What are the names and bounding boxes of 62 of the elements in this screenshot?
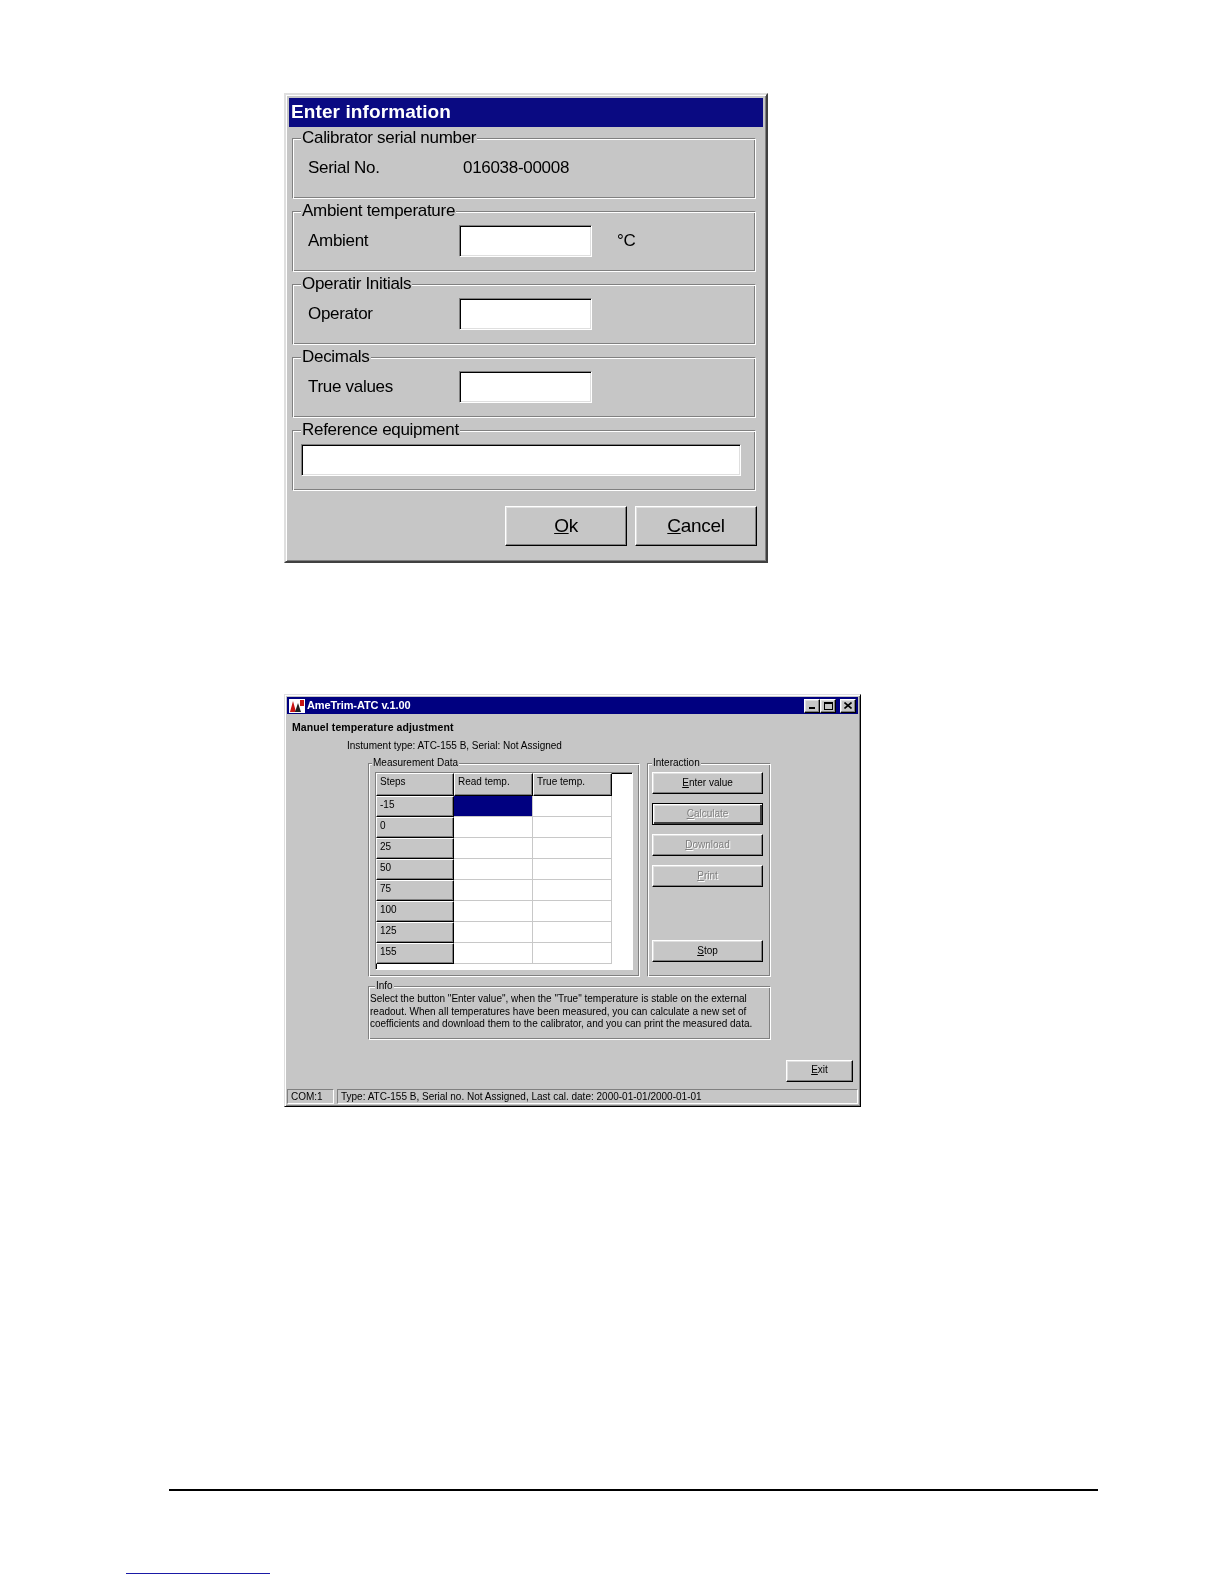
exit-button[interactable]: Exit [786,1059,853,1082]
row-header: 50 [376,859,454,880]
row-header: -15 [376,796,454,817]
grid-cell[interactable] [533,922,612,943]
close-icon [844,702,852,709]
row-header: 75 [376,880,454,901]
grid-cell[interactable] [533,817,612,838]
text-field[interactable] [459,298,592,330]
group-legend: Interaction [652,757,701,769]
row-header: 100 [376,901,454,922]
grid-cell[interactable] [454,922,533,943]
group-legend: Measurement Data [372,757,460,769]
grid-cell[interactable] [454,859,533,880]
window-title: AmeTrim-ATC v.1.00 [307,699,411,712]
group-legend: Info [375,980,394,992]
row-header: 125 [376,922,454,943]
info-text: Select the button "Enter value", when the "True" temperature is stable on the external readout. When all temperatures have been measured, you can calculate a new set of coefficients and download them to the calibrator, and you can print the measured data. [370,993,754,1031]
text-field[interactable] [459,371,592,403]
grid-cell[interactable] [533,859,612,880]
grid-cell[interactable] [533,838,612,859]
action-button[interactable]: Enter value [652,772,763,794]
row-header: 155 [376,943,454,964]
group-legend: Reference equipment [301,421,460,439]
grid-cell[interactable] [533,943,612,964]
field-label: Ambient [308,230,370,253]
minimize-button[interactable] [804,698,820,713]
text-field[interactable] [459,225,592,257]
grid-cell[interactable] [454,943,533,964]
grid-cell[interactable] [533,901,612,922]
maximize-button[interactable] [820,698,836,713]
screen-heading: Manuel temperature adjustment [292,720,455,734]
grid-cell[interactable] [454,838,533,859]
status-panel: Type: ATC-155 B, Serial no. Not Assigned, Last cal. date: 2000-01-01/2000-01-01 [337,1088,858,1104]
field-label: Serial No. [308,157,381,180]
cancel-button[interactable]: Cancel [635,506,757,546]
grid-cell[interactable] [454,796,533,817]
grid-cell[interactable] [454,901,533,922]
group-legend: Ambient temperature [301,202,457,220]
row-header: 25 [376,838,454,859]
grid-cell[interactable] [533,796,612,817]
instrument-text: Instument type: ATC-155 B, Serial: Not Assigned [347,739,563,753]
field-label: True values [308,376,394,399]
close-button[interactable] [840,698,856,713]
app-icon [289,698,305,713]
minimize-icon [809,706,815,709]
grid-cell[interactable] [454,880,533,901]
column-header: Read temp. [454,773,533,796]
dialog-title: Enter information [291,100,452,125]
action-button[interactable]: Stop [652,940,763,962]
row-header: 0 [376,817,454,838]
status-panel: COM:1 [287,1088,334,1104]
group-legend: Operatir Initials [301,275,413,293]
column-header: Steps [376,773,454,796]
column-header: True temp. [533,773,612,796]
maximize-icon [823,701,833,710]
grid-cell[interactable] [454,817,533,838]
serial-value: 016038-00008 [463,157,570,180]
grid-cell[interactable] [533,880,612,901]
ok-button[interactable]: Ok [505,506,627,546]
field-label: Operator [308,303,374,326]
text-field[interactable] [301,444,741,476]
unit-label: °C [617,230,636,253]
